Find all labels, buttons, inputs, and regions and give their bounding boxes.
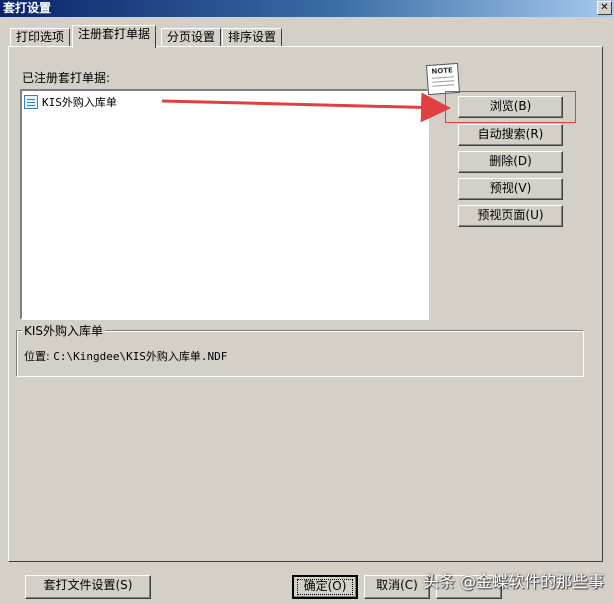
location-label: 位置: bbox=[24, 350, 50, 363]
file-settings-button[interactable]: 套打文件设置(S) bbox=[25, 575, 151, 599]
tab-register-forms[interactable]: 注册套打单据 bbox=[72, 25, 157, 48]
ok-button[interactable]: 确定(O) bbox=[292, 575, 358, 599]
cancel-button[interactable]: 取消(C) bbox=[364, 575, 430, 599]
cancel-button-label: 取消(C) bbox=[376, 578, 418, 592]
focus-outline bbox=[297, 579, 353, 595]
location-row: 位置: C:\Kingdee\KIS外购入库单.NDF bbox=[24, 348, 227, 364]
file-settings-button-label: 套打文件设置(S) bbox=[43, 578, 133, 592]
detail-group-title: KIS外购入库单 bbox=[22, 322, 106, 339]
watermark: 头条 @金蝶软件的那些事 bbox=[423, 572, 605, 591]
annotation-arrow bbox=[161, 92, 451, 123]
location-value: C:\Kingdee\KIS外购入库单.NDF bbox=[53, 350, 228, 363]
